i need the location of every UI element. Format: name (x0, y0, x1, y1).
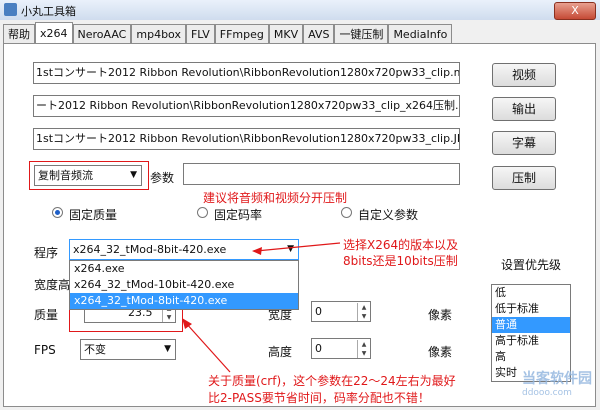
program-option-selected[interactable]: x264_32_tMod-8bit-420.exe (70, 293, 298, 309)
stepper-arrows-icon[interactable]: ▲▼ (357, 303, 370, 321)
program-arrow-line (255, 242, 341, 252)
program-annotation-line1: 选择X264的版本以及 (343, 238, 459, 252)
height-label: 高度 (268, 345, 293, 359)
watermark-url: ddooo.com (522, 388, 572, 398)
priority-option[interactable]: 低 (492, 285, 570, 301)
stepper-arrows-icon[interactable]: ▲▼ (357, 340, 370, 358)
fps-select[interactable]: 不变 ▼ (80, 339, 176, 360)
priority-label: 设置优先级 (501, 258, 562, 272)
program-dropdown-list: x264.exe x264_32_tMod-10bit-420.exe x264… (69, 260, 299, 310)
quality-annotation-line2: 比2-PASS要节省时间，码率分配也不错！ (208, 391, 430, 405)
height-stepper[interactable]: 0 ▲ ▼ (311, 338, 371, 359)
width-unit: 像素 (428, 308, 453, 322)
program-option[interactable]: x264_32_tMod-10bit-420.exe (70, 277, 298, 293)
width-value: 0 (315, 305, 322, 318)
watermark-name: 当客软件园 (522, 371, 592, 387)
height-unit: 像素 (428, 345, 453, 359)
quality-annotation-line1: 关于质量(crf)，这个参数在22～24左右为最好 (208, 374, 456, 388)
program-option[interactable]: x264.exe (70, 261, 298, 277)
chevron-down-icon: ▼ (164, 344, 171, 354)
resolution-label: 宽度高 (34, 278, 71, 292)
watermark-logo: 当客软件园 ddooo.com (522, 368, 592, 398)
priority-option[interactable]: 高于标准 (492, 333, 570, 349)
fps-label: FPS (34, 343, 56, 357)
width-stepper[interactable]: 0 ▲ ▼ (311, 301, 371, 322)
program-arrow-head (252, 247, 262, 255)
priority-option[interactable]: 高 (492, 349, 570, 365)
quality-arrow-line (184, 321, 231, 373)
program-annotation-line2: 8bits还是10bits压制 (343, 254, 458, 268)
fps-value: 不变 (84, 343, 106, 356)
priority-option-selected[interactable]: 普通 (492, 317, 570, 333)
priority-option[interactable]: 低于标准 (492, 301, 570, 317)
quality-label: 质量 (34, 308, 59, 322)
height-value: 0 (315, 342, 322, 355)
